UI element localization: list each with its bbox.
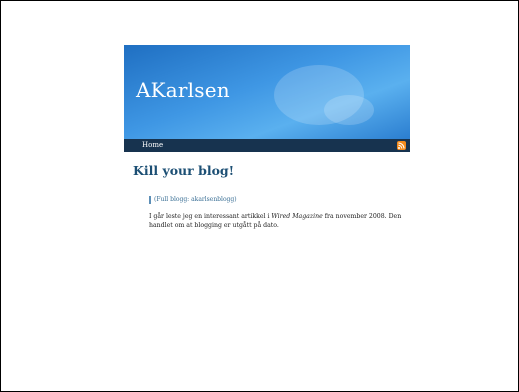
full-blog-prefix: (Full blogg:: [154, 196, 192, 203]
blog-header: AKarlsen: [124, 45, 410, 139]
post-body-part1: I går leste jeg en interessant artikkel …: [149, 213, 272, 220]
full-blog-note: (Full blogg: akarlsenblogg): [149, 196, 237, 204]
screenshot-frame: AKarlsen Home Kill your blog! (Full blog…: [0, 0, 519, 392]
nav-bar: Home: [124, 139, 410, 152]
full-blog-suffix: ): [234, 196, 237, 203]
post-body: I går leste jeg en interessant artikkel …: [149, 212, 409, 230]
rss-icon[interactable]: [397, 141, 406, 150]
full-blog-link[interactable]: akarlsenblogg: [191, 196, 234, 203]
nav-home-link[interactable]: Home: [142, 140, 163, 151]
site-title[interactable]: AKarlsen: [136, 78, 230, 102]
post-title[interactable]: Kill your blog!: [133, 163, 234, 178]
blog-page: AKarlsen Home Kill your blog! (Full blog…: [124, 45, 410, 235]
post-body-magazine: Wired Magazine: [271, 213, 323, 220]
header-glow: [324, 95, 374, 125]
